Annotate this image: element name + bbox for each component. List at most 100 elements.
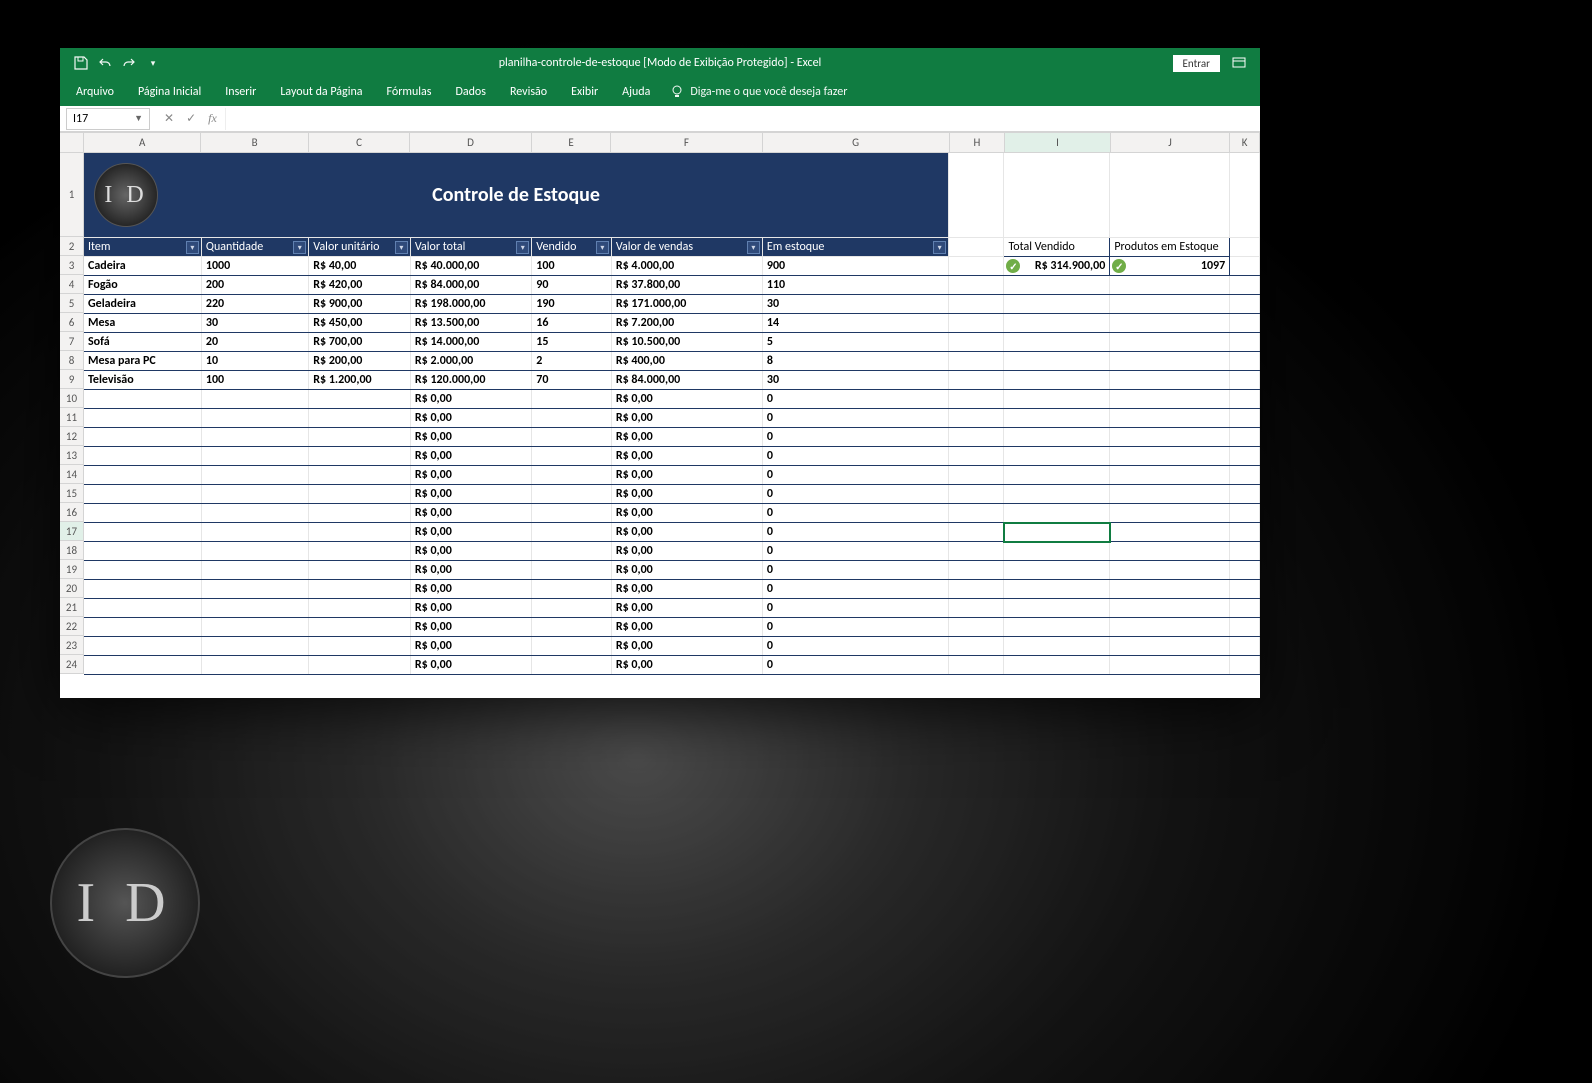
summary-value-stock[interactable]: 1097	[1110, 257, 1230, 276]
cell[interactable]	[84, 466, 201, 485]
cell[interactable]	[84, 618, 201, 637]
cell[interactable]	[84, 561, 201, 580]
cell[interactable]	[201, 580, 308, 599]
cell[interactable]: R$ 37.800,00	[611, 276, 762, 295]
cell[interactable]: R$ 2.000,00	[410, 352, 531, 371]
cell[interactable]: R$ 0,00	[410, 466, 531, 485]
cell[interactable]: R$ 40.000,00	[410, 257, 531, 276]
cell[interactable]: R$ 0,00	[611, 561, 762, 580]
cell[interactable]	[949, 314, 1004, 333]
cell[interactable]: Mesa	[84, 314, 201, 333]
cell[interactable]	[1004, 599, 1110, 618]
cell[interactable]	[84, 637, 201, 656]
row-header-14[interactable]: 14	[60, 465, 84, 484]
cell[interactable]	[532, 390, 612, 409]
cell[interactable]: 190	[532, 295, 612, 314]
cell[interactable]: 70	[532, 371, 612, 390]
cell[interactable]	[309, 580, 411, 599]
cell[interactable]: R$ 0,00	[611, 618, 762, 637]
cell[interactable]	[309, 523, 411, 542]
cell[interactable]: 200	[201, 276, 308, 295]
cell[interactable]	[1230, 618, 1260, 637]
cell[interactable]: R$ 0,00	[611, 466, 762, 485]
row-header-21[interactable]: 21	[60, 598, 84, 617]
cell[interactable]	[1230, 523, 1260, 542]
cell[interactable]	[201, 504, 308, 523]
cell[interactable]	[309, 637, 411, 656]
cell[interactable]	[84, 580, 201, 599]
tab-pagina-inicial[interactable]: Página Inicial	[126, 79, 213, 105]
cell[interactable]: 0	[762, 599, 948, 618]
cell[interactable]: Sofá	[84, 333, 201, 352]
cell[interactable]	[949, 523, 1004, 542]
cell[interactable]	[949, 466, 1004, 485]
cell[interactable]	[84, 523, 201, 542]
cell[interactable]: R$ 0,00	[611, 485, 762, 504]
cell[interactable]	[1230, 447, 1260, 466]
row-header-4[interactable]: 4	[60, 275, 84, 294]
tab-arquivo[interactable]: Arquivo	[64, 79, 126, 105]
row-header-7[interactable]: 7	[60, 332, 84, 351]
cell[interactable]	[532, 542, 612, 561]
cell[interactable]	[1004, 485, 1110, 504]
table-header[interactable]: Valor de vendas	[611, 238, 762, 257]
spreadsheet-grid[interactable]: I DControle de EstoqueItemQuantidadeValo…	[84, 153, 1260, 675]
cell[interactable]	[949, 580, 1004, 599]
cell[interactable]: R$ 0,00	[611, 390, 762, 409]
cell[interactable]: 220	[201, 295, 308, 314]
cell[interactable]	[201, 637, 308, 656]
cell[interactable]: R$ 171.000,00	[611, 295, 762, 314]
cell[interactable]: 100	[201, 371, 308, 390]
cell[interactable]	[309, 561, 411, 580]
cell[interactable]	[1004, 447, 1110, 466]
cell[interactable]	[84, 599, 201, 618]
cell[interactable]: 30	[762, 295, 948, 314]
cell[interactable]: R$ 0,00	[611, 637, 762, 656]
cell[interactable]	[949, 637, 1004, 656]
cell[interactable]	[1230, 656, 1260, 675]
column-header-J[interactable]: J	[1111, 133, 1230, 153]
signin-button[interactable]: Entrar	[1173, 55, 1220, 72]
cell[interactable]	[1110, 390, 1230, 409]
cell[interactable]: 0	[762, 637, 948, 656]
cell[interactable]	[532, 656, 612, 675]
cell[interactable]: R$ 0,00	[611, 523, 762, 542]
cell[interactable]: Televisão	[84, 371, 201, 390]
cell[interactable]: 0	[762, 485, 948, 504]
cell[interactable]	[1230, 276, 1260, 295]
cell[interactable]: R$ 0,00	[410, 561, 531, 580]
cell[interactable]	[1230, 542, 1260, 561]
cell[interactable]: 16	[532, 314, 612, 333]
cell[interactable]	[1004, 561, 1110, 580]
cell[interactable]: R$ 0,00	[410, 618, 531, 637]
cell[interactable]	[201, 542, 308, 561]
cell[interactable]: R$ 0,00	[611, 542, 762, 561]
save-icon[interactable]	[70, 52, 92, 74]
column-header-F[interactable]: F	[611, 133, 762, 153]
cell[interactable]	[309, 542, 411, 561]
cell[interactable]: R$ 700,00	[309, 333, 411, 352]
table-header[interactable]: Valor unitário	[309, 238, 411, 257]
cell[interactable]	[201, 485, 308, 504]
cell[interactable]	[532, 466, 612, 485]
row-header-11[interactable]: 11	[60, 408, 84, 427]
cell[interactable]	[1110, 276, 1230, 295]
fx-icon[interactable]: fx	[208, 111, 217, 126]
cell[interactable]	[1230, 485, 1260, 504]
cell[interactable]: 14	[762, 314, 948, 333]
cell[interactable]: 0	[762, 466, 948, 485]
cell[interactable]: Mesa para PC	[84, 352, 201, 371]
cell[interactable]: R$ 0,00	[611, 580, 762, 599]
cell[interactable]	[949, 485, 1004, 504]
select-all-corner[interactable]	[60, 133, 84, 153]
redo-icon[interactable]	[118, 52, 140, 74]
cell[interactable]	[1110, 314, 1230, 333]
column-header-G[interactable]: G	[763, 133, 950, 153]
cell[interactable]	[1110, 504, 1230, 523]
cell[interactable]: Geladeira	[84, 295, 201, 314]
cell[interactable]: R$ 0,00	[410, 485, 531, 504]
cell[interactable]: 0	[762, 580, 948, 599]
cell[interactable]	[201, 618, 308, 637]
cell[interactable]	[1004, 504, 1110, 523]
cell[interactable]: 15	[532, 333, 612, 352]
